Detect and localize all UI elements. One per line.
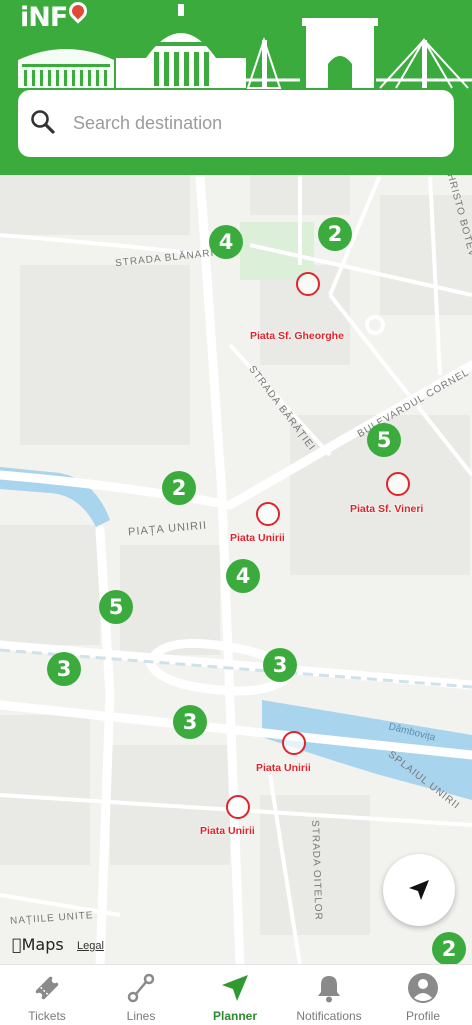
tab-label: Tickets: [28, 1009, 66, 1023]
stop-marker[interactable]: [226, 795, 250, 819]
route-marker[interactable]: 2: [162, 471, 196, 505]
apple-logo-icon: : [12, 935, 22, 954]
tab-label: Lines: [126, 1009, 156, 1023]
tab-label: Profile: [405, 1009, 440, 1023]
stop-label: Piata Unirii: [256, 762, 311, 774]
person-icon: [408, 973, 438, 1003]
stop-marker[interactable]: [282, 731, 306, 755]
route-marker[interactable]: 3: [47, 652, 81, 686]
ticket-icon: [35, 976, 59, 1000]
location-pin-icon: [65, 0, 92, 24]
search-icon: [31, 110, 55, 134]
route-marker[interactable]: 2: [318, 217, 352, 251]
search-bar[interactable]: Search destination: [18, 90, 454, 157]
legal-link[interactable]: Legal: [77, 940, 104, 952]
map-view[interactable]: STRADA BLĂNARI STRADA BĂRĂȚIEI BULEVARDU…: [0, 175, 472, 965]
route-marker[interactable]: 5: [367, 423, 401, 457]
app-header: iNF Search destination: [0, 0, 472, 175]
navigation-arrow-icon: [409, 880, 429, 900]
stop-label: Piata Sf. Gheorghe: [250, 330, 344, 342]
tab-label: Planner: [212, 1009, 257, 1023]
route-marker[interactable]: 4: [226, 559, 260, 593]
tab-tickets[interactable]: Tickets: [0, 965, 94, 1025]
bell-icon: [318, 976, 340, 1003]
stop-label: Piata Sf. Vineri: [350, 503, 424, 515]
route-marker[interactable]: 5: [99, 590, 133, 624]
route-icon: [127, 973, 155, 1003]
route-marker[interactable]: 2: [432, 932, 466, 965]
tab-profile[interactable]: Profile: [376, 965, 470, 1025]
route-marker[interactable]: 3: [173, 705, 207, 739]
tab-bar: Tickets Lines Planner Notifications Prof…: [0, 964, 472, 1025]
tab-planner[interactable]: Planner: [188, 965, 282, 1025]
tab-lines[interactable]: Lines: [94, 965, 188, 1025]
tab-label: Notifications: [296, 1009, 362, 1023]
search-input[interactable]: Search destination: [73, 113, 222, 134]
stop-label: Piata Unirii: [230, 532, 285, 544]
maps-attribution: Maps: [12, 935, 64, 954]
route-marker[interactable]: 3: [263, 648, 297, 682]
tab-notifications[interactable]: Notifications: [282, 965, 376, 1025]
app-logo: iNF: [20, 0, 92, 33]
navigation-arrow-icon: [222, 975, 248, 1001]
stop-marker[interactable]: [256, 502, 280, 526]
locate-me-button[interactable]: [383, 854, 455, 926]
stop-marker[interactable]: [296, 272, 320, 296]
route-marker[interactable]: 4: [209, 225, 243, 259]
stop-label: Piata Unirii: [200, 825, 255, 837]
stop-marker[interactable]: [386, 472, 410, 496]
